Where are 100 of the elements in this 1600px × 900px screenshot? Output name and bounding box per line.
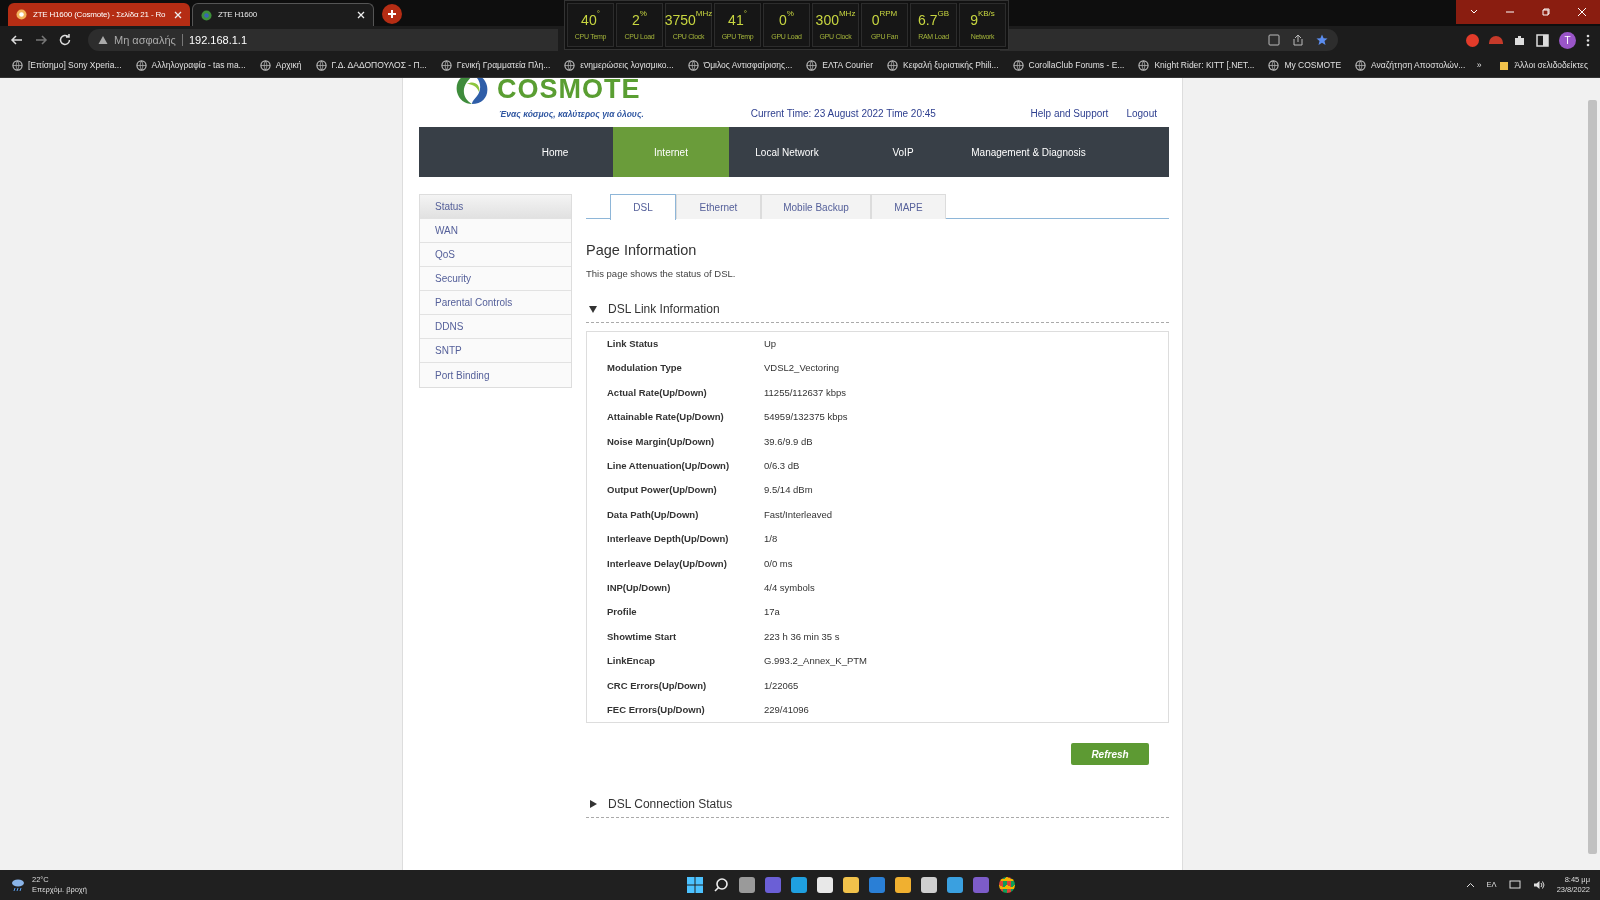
bookmark-item[interactable]: Γενική Γραμματεία Πλη... xyxy=(440,59,551,72)
volume-icon[interactable] xyxy=(1532,880,1545,890)
sub-tab[interactable]: Ethernet xyxy=(676,194,761,219)
field-value: 0/0 ms xyxy=(764,556,793,571)
bookmark-item[interactable]: Knight Rider: KITT [.NET... xyxy=(1138,59,1255,72)
nav-tab[interactable]: VoIP xyxy=(845,127,961,177)
address-bar[interactable]: Μη ασφαλής 192.168.1.1 xyxy=(88,29,558,51)
search-icon[interactable] xyxy=(713,877,730,893)
field-value: Fast/Interleaved xyxy=(764,507,833,522)
star-icon[interactable] xyxy=(1316,34,1328,46)
sidebar-item[interactable]: Parental Controls xyxy=(420,291,571,315)
globe-icon xyxy=(564,60,576,71)
bookmark-item[interactable]: CorollaClub Forums - E... xyxy=(1012,59,1125,72)
security-label: Μη ασφαλής xyxy=(114,32,176,48)
bookmark-item[interactable]: ΕΛΤΑ Courier xyxy=(806,59,873,72)
field-value: Up xyxy=(764,337,777,352)
translate-icon[interactable] xyxy=(1268,34,1280,46)
taskbar-app-icon[interactable] xyxy=(921,877,938,893)
browser-tab[interactable]: ZTE H1600 xyxy=(192,3,374,26)
taskbar-app-icon[interactable] xyxy=(895,877,912,893)
sidebar-item[interactable]: DDNS xyxy=(420,315,571,339)
bookmark-item[interactable]: Κεφαλή ξυριστικής Phili... xyxy=(887,59,999,72)
bookmark-item[interactable]: Όμιλος Αντισφαίρισης... xyxy=(687,59,793,72)
nav-tab[interactable]: Management & Diagnosis xyxy=(961,127,1096,177)
tagline: Ένας κόσμος, καλύτερος για όλους. xyxy=(499,108,644,121)
taskbar-app-icon[interactable] xyxy=(817,877,834,893)
monitor-reading: 40° xyxy=(581,7,600,30)
back-icon[interactable] xyxy=(10,33,24,47)
new-tab-button[interactable] xyxy=(382,4,402,24)
field-label: Output Power(Up/Down) xyxy=(606,483,718,498)
taskbar-app-icon[interactable] xyxy=(947,877,964,893)
field-value: 1/22065 xyxy=(764,678,799,693)
more-bookmarks-button[interactable]: » xyxy=(1476,59,1482,72)
nav-tab[interactable]: Local Network xyxy=(729,127,845,177)
field-value: VDSL2_Vectoring xyxy=(764,361,839,376)
globe-icon xyxy=(1355,60,1367,71)
plus-icon xyxy=(387,9,397,19)
field-label: Line Attenuation(Up/Down) xyxy=(606,459,731,473)
reload-icon[interactable] xyxy=(58,33,72,47)
field-label: Interleave Delay(Up/Down) xyxy=(606,556,728,571)
windows-start-icon[interactable] xyxy=(687,877,704,893)
field-value: 0/6.3 dB xyxy=(764,459,800,473)
bookmark-item[interactable]: My COSMOTE xyxy=(1268,59,1342,72)
extension-icon[interactable] xyxy=(1489,36,1503,44)
sidebar-item[interactable]: Status xyxy=(420,195,571,219)
sidebar-item[interactable]: Security xyxy=(420,267,571,291)
page-description: This page shows the status of DSL. xyxy=(586,266,737,281)
taskbar-app-icon[interactable] xyxy=(791,877,808,893)
taskbar-app-icon[interactable] xyxy=(739,877,756,893)
sidebar-item[interactable]: WAN xyxy=(420,219,571,243)
collapse-triangle-icon[interactable] xyxy=(588,304,598,314)
browser-tab[interactable]: ZTE H1600 (Cosmote) - Σελίδα 21 - Ro xyxy=(8,3,190,26)
close-icon[interactable] xyxy=(357,11,365,19)
forward-icon[interactable] xyxy=(34,33,48,47)
bookmark-item[interactable]: ενημερώσεις λογισμικο... xyxy=(564,59,674,72)
globe-icon xyxy=(887,60,898,71)
taskbar-app-icon[interactable] xyxy=(843,877,860,893)
side-panel-icon[interactable] xyxy=(1536,33,1549,47)
brand-name: COSMOTE xyxy=(497,78,641,103)
close-icon xyxy=(1577,7,1587,17)
puzzle-icon[interactable] xyxy=(1513,33,1526,47)
chevron-up-icon[interactable] xyxy=(1465,880,1475,890)
folder-icon xyxy=(1499,60,1510,71)
extension-icon[interactable] xyxy=(1466,33,1479,47)
bookmark-item[interactable]: Γ.Δ. ΔΑΔΟΠΟΥΛΟΣ - Π... xyxy=(315,59,427,72)
header-link[interactable]: Logout xyxy=(1126,106,1157,121)
other-bookmarks-folder[interactable]: Άλλοι σελιδοδείκτες xyxy=(1499,59,1588,72)
bookmark-item[interactable]: Αναζήτηση Αποστολών... xyxy=(1355,59,1466,72)
globe-icon xyxy=(440,60,452,71)
section-title[interactable]: DSL Connection Status xyxy=(608,795,733,814)
sub-tab[interactable]: MAPE xyxy=(871,194,946,219)
nav-tab[interactable]: Home xyxy=(497,127,613,177)
field-value: 223 h 36 min 35 s xyxy=(764,629,840,644)
rain-cloud-icon xyxy=(10,877,26,893)
field-value: 1/8 xyxy=(764,532,778,547)
share-icon[interactable] xyxy=(1292,34,1304,46)
profile-avatar[interactable]: T xyxy=(1559,31,1576,49)
field-label: Link Status xyxy=(606,337,660,352)
field-label: Data Path(Up/Down) xyxy=(606,507,700,522)
section-title[interactable]: DSL Link Information xyxy=(608,300,720,318)
expand-triangle-icon[interactable] xyxy=(588,799,598,810)
field-label: Interleave Depth(Up/Down) xyxy=(606,532,730,547)
sidebar-item[interactable]: SNTP xyxy=(420,339,571,363)
sub-tab[interactable]: DSL xyxy=(610,194,676,220)
field-value: 11255/112637 kbps xyxy=(764,385,847,400)
current-time: Current Time: 23 August 2022 Time 20:45 xyxy=(750,107,936,121)
sub-tab[interactable]: Mobile Backup xyxy=(761,194,871,219)
bookmark-item[interactable]: [Επίσημο] Sony Xperia... xyxy=(12,59,122,72)
network-icon[interactable] xyxy=(1508,880,1521,890)
globe-icon xyxy=(259,60,271,71)
field-label: Noise Margin(Up/Down) xyxy=(606,434,716,449)
warning-icon xyxy=(98,35,108,45)
sidebar-item[interactable]: QoS xyxy=(420,243,571,267)
bookmark-item[interactable]: Αλληλογραφία - tas ma... xyxy=(135,59,246,72)
tab-title: ZTE H1600 (Cosmote) - Σελίδα 21 - Ro xyxy=(33,8,167,21)
sidebar-item[interactable]: Port Binding xyxy=(420,363,571,387)
header-link[interactable]: Help and Support xyxy=(1030,106,1109,121)
menu-icon[interactable] xyxy=(1586,33,1590,47)
monitor-reading: 41° xyxy=(728,7,747,30)
bookmark-item[interactable]: Αρχική xyxy=(259,59,302,72)
